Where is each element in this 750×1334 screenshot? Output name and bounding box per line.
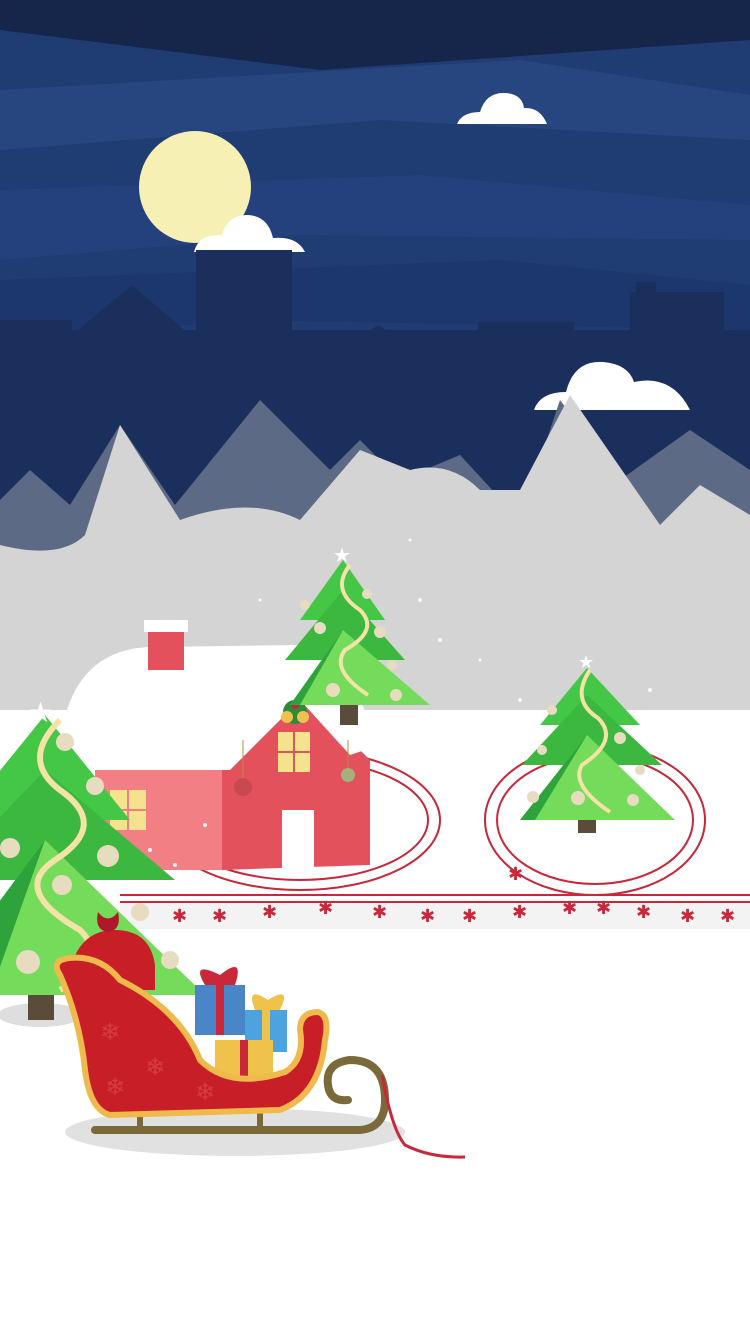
svg-text:✱: ✱ [680, 906, 695, 927]
snowflake-icon: ❄ [195, 1078, 215, 1106]
svg-text:✱: ✱ [212, 906, 227, 927]
svg-text:✱: ✱ [262, 902, 277, 923]
svg-text:✱: ✱ [636, 902, 651, 923]
svg-text:✱: ✱ [318, 898, 333, 919]
snowflake-icon: ❄ [105, 1073, 125, 1101]
snowflake-icon: ❄ [100, 1018, 120, 1046]
snowflake-icon: ❄ [145, 1053, 165, 1081]
svg-text:✱: ✱ [462, 906, 477, 927]
svg-text:✱: ✱ [172, 906, 187, 927]
svg-text:✱: ✱ [420, 906, 435, 927]
svg-text:✱: ✱ [372, 902, 387, 923]
star-icon: ★ [28, 696, 53, 729]
scene-illustration: ✱ ✱ ✱ ✱ ✱ ✱ ✱ ✱ ✱ ✱ ✱ ✱ ✱ ✱ ★ ★ ★ ❄ ❄ ❄ … [0, 0, 750, 1334]
star-icon: ★ [578, 652, 594, 673]
svg-text:✱: ✱ [508, 864, 523, 885]
svg-text:✱: ✱ [512, 902, 527, 923]
star-icon: ★ [333, 543, 351, 567]
svg-text:✱: ✱ [720, 906, 735, 927]
svg-text:✱: ✱ [596, 898, 611, 919]
svg-text:✱: ✱ [562, 898, 577, 919]
christmas-scene: ✱ ✱ ✱ ✱ ✱ ✱ ✱ ✱ ✱ ✱ ✱ ✱ ✱ ✱ ★ ★ ★ ❄ ❄ ❄ … [0, 0, 750, 1334]
